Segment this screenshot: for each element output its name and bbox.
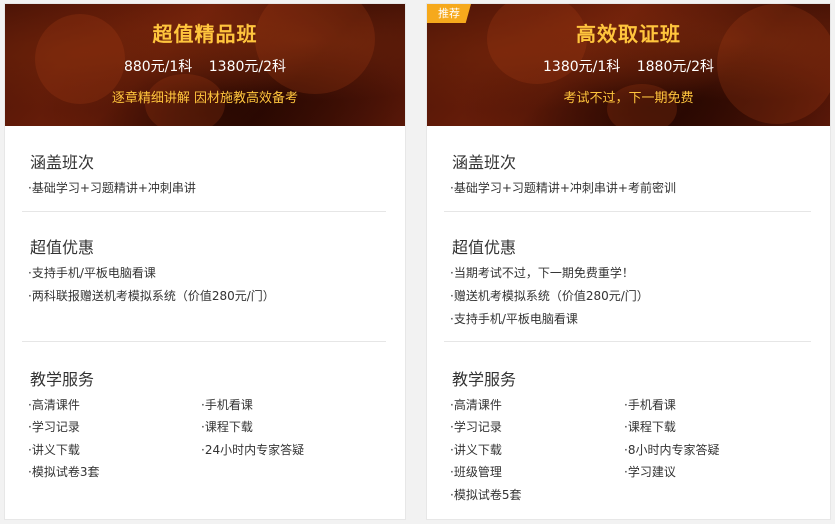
service-item: ·讲义下载	[450, 443, 502, 457]
price-one-subject: 1380元/1科	[543, 59, 621, 75]
divider	[444, 341, 811, 342]
service-item: ·学习建议	[624, 465, 676, 479]
service-item: ·课程下载	[201, 420, 253, 434]
benefit-item: ·当期考试不过，下一期免费重学！	[450, 266, 634, 280]
service-item: ·班级管理	[450, 465, 502, 479]
benefit-item: ·赠送机考模拟系统（价值280元/门）	[450, 289, 649, 303]
plan-title: 超值精品班	[152, 22, 258, 46]
service-item: ·学习记录	[450, 420, 502, 434]
service-item: ·手机看课	[624, 398, 676, 412]
benefits-section: 超值优惠 ·支持手机/平板电脑看课 ·两科联报赠送机考模拟系统（价值280元/门…	[22, 234, 386, 314]
service-item: ·8小时内专家答疑	[624, 443, 720, 457]
coverage-title: 涵盖班次	[30, 153, 95, 172]
services-section: 教学服务 ·高清课件 ·手机看课 ·学习记录 ·课程下载 ·讲义下载 ·24小时…	[22, 366, 386, 496]
plan-title: 高效取证班	[576, 22, 681, 46]
plan-slogan: 逐章精细讲解 因材施教高效备考	[111, 91, 299, 106]
coverage-section: 涵盖班次 ·基础学习+习题精讲+冲刺串讲+考前密训	[444, 149, 811, 195]
benefits-title: 超值优惠	[452, 238, 517, 257]
plan-slogan: 考试不过，下一期免费	[563, 91, 694, 106]
service-item: ·课程下载	[624, 420, 676, 434]
service-item: ·手机看课	[201, 398, 253, 412]
benefit-item: ·两科联报赠送机考模拟系统（价值280元/门）	[28, 289, 275, 303]
course-plans: 超值精品班 880元/1科 1380元/2科 逐章精细讲解 因材施教高效备考 涵…	[0, 0, 835, 524]
divider	[444, 211, 811, 212]
plan-card-certification[interactable]: 推荐 高效取证班 1380元/1科 1880元/2科 考试不过，下一期免费 涵盖…	[426, 3, 831, 520]
service-item: ·24小时内专家答疑	[201, 443, 305, 457]
benefit-item: ·支持手机/平板电脑看课	[450, 312, 578, 326]
service-item: ·模拟试卷3套	[28, 465, 100, 479]
service-item: ·学习记录	[28, 420, 80, 434]
coverage-title: 涵盖班次	[452, 153, 517, 172]
coverage-text: ·基础学习+习题精讲+冲刺串讲	[28, 181, 196, 195]
divider	[22, 341, 386, 342]
plan-prices: 1380元/1科 1880元/2科	[427, 56, 830, 76]
plan-banner: 推荐 高效取证班 1380元/1科 1880元/2科 考试不过，下一期免费	[427, 4, 830, 126]
divider	[22, 211, 386, 212]
plan-card-premium[interactable]: 超值精品班 880元/1科 1380元/2科 逐章精细讲解 因材施教高效备考 涵…	[4, 3, 406, 520]
coverage-section: 涵盖班次 ·基础学习+习题精讲+冲刺串讲	[22, 149, 386, 195]
price-two-subjects: 1380元/2科	[208, 59, 287, 75]
services-title: 教学服务	[452, 370, 517, 389]
plan-banner: 超值精品班 880元/1科 1380元/2科 逐章精细讲解 因材施教高效备考	[5, 4, 405, 126]
price-one-subject: 880元/1科	[123, 59, 193, 75]
benefit-item: ·支持手机/平板电脑看课	[28, 266, 156, 280]
service-item: ·高清课件	[28, 398, 80, 412]
price-two-subjects: 1880元/2科	[636, 59, 714, 75]
coverage-text: ·基础学习+习题精讲+冲刺串讲+考前密训	[450, 181, 676, 195]
service-item: ·讲义下载	[28, 443, 80, 457]
plan-prices: 880元/1科 1380元/2科	[5, 56, 405, 76]
service-item: ·高清课件	[450, 398, 502, 412]
benefits-title: 超值优惠	[30, 238, 95, 257]
services-section: 教学服务 ·高清课件 ·手机看课 ·学习记录 ·课程下载 ·讲义下载 ·8小时内…	[444, 366, 811, 516]
service-item: ·模拟试卷5套	[450, 488, 522, 502]
services-title: 教学服务	[30, 370, 95, 389]
benefits-section: 超值优惠 ·当期考试不过，下一期免费重学！ ·赠送机考模拟系统（价值280元/门…	[444, 234, 811, 334]
